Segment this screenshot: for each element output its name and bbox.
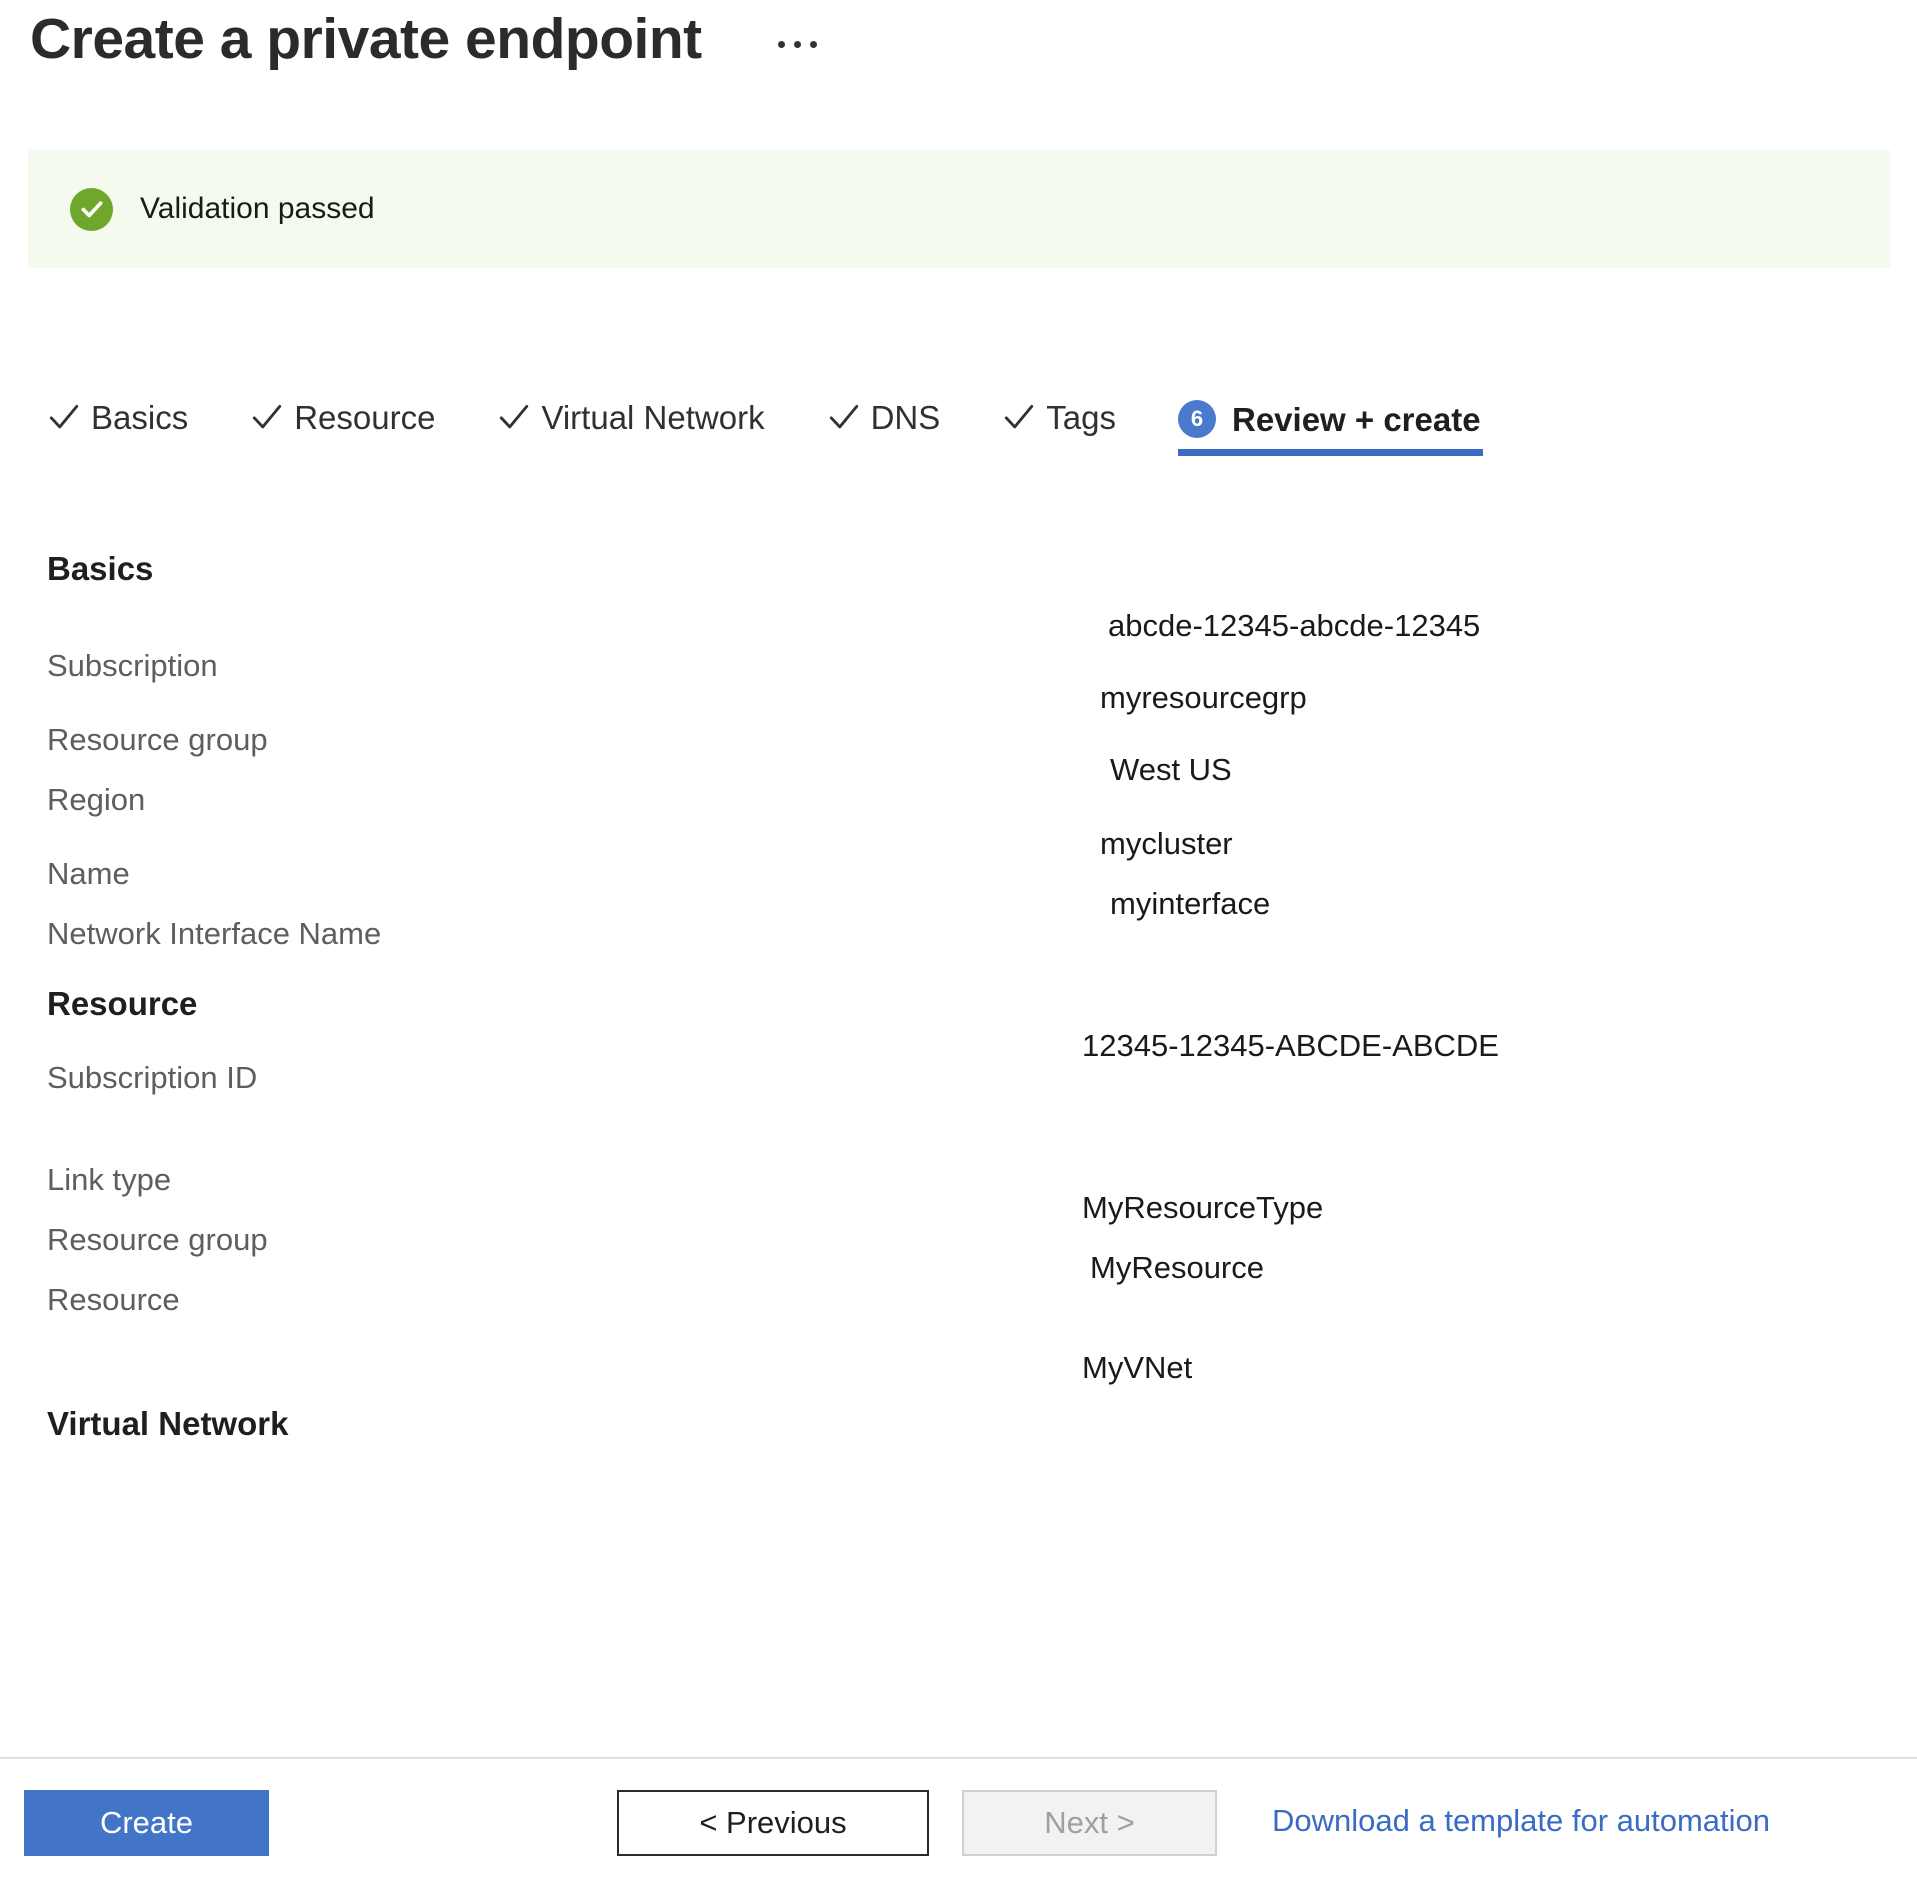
download-template-link[interactable]: Download a template for automation <box>1272 1803 1770 1839</box>
field-value-subscription: abcde-12345-abcde-12345 <box>1108 608 1480 644</box>
field-label-resource-resource-group: Resource group <box>47 1222 268 1258</box>
wizard-tabs: Basics Resource Virtual Network DNS <box>47 400 1481 456</box>
next-button: Next > <box>962 1790 1217 1856</box>
tab-virtual-network[interactable]: Virtual Network <box>497 400 764 452</box>
field-label-resource: Resource <box>47 1282 180 1318</box>
field-value-subscription-id: 12345-12345-ABCDE-ABCDE <box>1082 1028 1499 1064</box>
field-value-name: mycluster <box>1100 826 1233 862</box>
checkmark-icon <box>47 400 81 434</box>
tab-dns[interactable]: DNS <box>827 400 941 452</box>
ellipsis-icon[interactable] <box>772 31 823 58</box>
checkmark-icon <box>827 400 861 434</box>
review-summary: Basics abcde-12345-abcde-12345 Subscript… <box>0 560 1917 1740</box>
field-value-resource: MyResource <box>1090 1250 1264 1286</box>
field-value-resource-resource-group: MyResourceType <box>1082 1190 1323 1226</box>
field-value-region: West US <box>1110 752 1232 788</box>
field-value-resource-group: myresourcegrp <box>1100 680 1307 716</box>
checkmark-icon <box>1002 400 1036 434</box>
section-heading-resource: Resource <box>47 985 197 1023</box>
section-heading-basics: Basics <box>47 550 153 588</box>
validation-banner: Validation passed <box>28 150 1890 268</box>
footer-divider <box>0 1757 1917 1759</box>
field-label-subscription: Subscription <box>47 648 218 684</box>
step-number-badge: 6 <box>1178 400 1216 438</box>
tab-label: DNS <box>871 401 941 434</box>
previous-button[interactable]: < Previous <box>617 1790 929 1856</box>
field-label-region: Region <box>47 782 145 818</box>
field-label-link-type: Link type <box>47 1162 171 1198</box>
check-circle-icon <box>70 188 113 231</box>
tab-label: Review + create <box>1232 403 1481 436</box>
section-heading-virtual-network: Virtual Network <box>47 1405 288 1443</box>
create-button[interactable]: Create <box>24 1790 269 1856</box>
tab-label: Tags <box>1046 401 1116 434</box>
tab-tags[interactable]: Tags <box>1002 400 1116 452</box>
tab-basics[interactable]: Basics <box>47 400 188 452</box>
checkmark-icon <box>250 400 284 434</box>
tab-label: Virtual Network <box>541 401 764 434</box>
field-label-subscription-id: Subscription ID <box>47 1060 257 1096</box>
tab-label: Resource <box>294 401 435 434</box>
checkmark-icon <box>497 400 531 434</box>
tab-label: Basics <box>91 401 188 434</box>
field-label-resource-group: Resource group <box>47 722 268 758</box>
page-header: Create a private endpoint <box>30 8 823 71</box>
field-value-virtual-network: MyVNet <box>1082 1350 1192 1386</box>
page-title: Create a private endpoint <box>30 8 702 71</box>
field-label-network-interface-name: Network Interface Name <box>47 916 381 952</box>
field-label-name: Name <box>47 856 130 892</box>
tab-resource[interactable]: Resource <box>250 400 435 452</box>
field-value-network-interface-name: myinterface <box>1110 886 1270 922</box>
tab-review-create[interactable]: 6 Review + create <box>1178 400 1481 456</box>
validation-message: Validation passed <box>140 192 375 226</box>
footer-actions: Create < Previous Next > Download a temp… <box>0 1790 1917 1890</box>
